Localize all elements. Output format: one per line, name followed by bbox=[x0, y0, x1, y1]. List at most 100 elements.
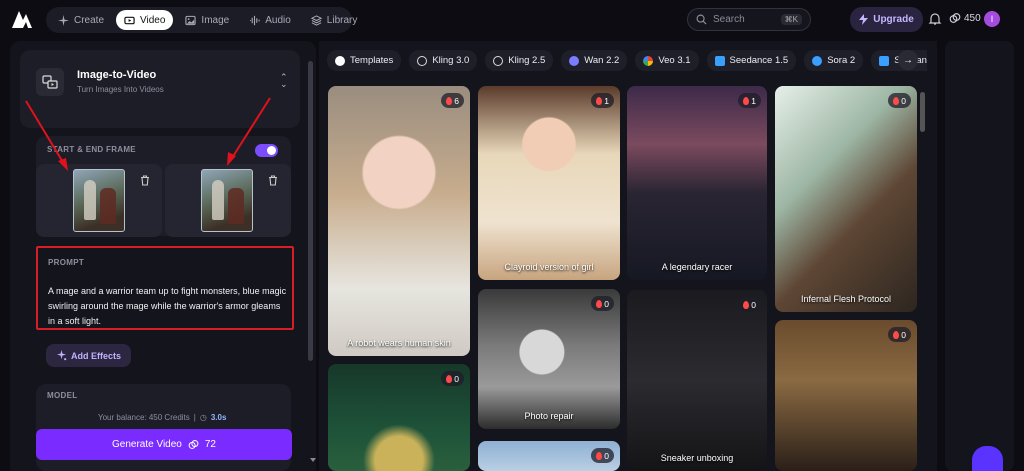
mode-video[interactable]: Video bbox=[116, 10, 174, 30]
tab-kling-25[interactable]: Kling 2.5 bbox=[485, 50, 554, 71]
likes-badge: 6 bbox=[441, 93, 464, 108]
flame-icon bbox=[596, 299, 603, 308]
gallery-card[interactable]: 0 Infernal Flesh Protocol bbox=[775, 86, 917, 312]
seedance-icon bbox=[714, 55, 725, 66]
panel-scrollbar[interactable] bbox=[308, 61, 313, 361]
chevron-updown-icon: ⌃ ⌄ bbox=[280, 72, 288, 89]
add-effects-label: Add Effects bbox=[70, 350, 121, 361]
balance-text: Your balance: 450 Credits bbox=[98, 413, 190, 422]
gallery-card[interactable]: 0 bbox=[775, 320, 917, 471]
start-frame-image[interactable] bbox=[73, 169, 125, 232]
bell-icon[interactable] bbox=[928, 12, 942, 26]
top-bar: Create Video Image Audio Library Search … bbox=[0, 0, 1024, 40]
image-icon bbox=[185, 15, 197, 25]
frame-section-label: START & END FRAME bbox=[47, 145, 136, 154]
prompt-textarea[interactable]: A mage and a warrior team up to fight mo… bbox=[48, 284, 288, 329]
gallery-card[interactable]: 0 bbox=[328, 364, 470, 471]
right-panel bbox=[945, 41, 1014, 471]
mode-switcher: Create Video Image Audio Library bbox=[46, 7, 357, 33]
flame-icon bbox=[446, 96, 453, 105]
google-icon bbox=[643, 55, 654, 66]
tabs-next-arrow-icon[interactable]: → bbox=[898, 50, 918, 70]
likes-count: 1 bbox=[604, 95, 609, 106]
likes-count: 6 bbox=[454, 95, 459, 106]
video-icon bbox=[124, 16, 135, 24]
gallery-card[interactable]: 1 Clayroid version of girl bbox=[478, 86, 620, 280]
likes-badge: 1 bbox=[738, 93, 761, 108]
likes-badge: 0 bbox=[738, 297, 761, 312]
tab-label: Veo 3.1 bbox=[658, 55, 691, 66]
card-caption: A legendary racer bbox=[661, 262, 733, 272]
tab-seedance-15[interactable]: Seedance 1.5 bbox=[706, 50, 797, 71]
avatar[interactable]: I bbox=[984, 11, 1000, 27]
search-input[interactable]: Search ⌘K bbox=[687, 8, 811, 31]
mode-label: Library bbox=[326, 14, 358, 26]
gallery-card[interactable]: 6 A robot wears human skin bbox=[328, 86, 470, 356]
mode-image[interactable]: Image bbox=[177, 10, 237, 30]
scroll-down-arrow-icon[interactable] bbox=[310, 458, 316, 462]
delete-end-frame-icon[interactable] bbox=[268, 175, 278, 186]
likes-count: 0 bbox=[454, 373, 459, 384]
tab-label: Wan 2.2 bbox=[584, 55, 620, 66]
card-caption: Sneaker unboxing bbox=[660, 453, 734, 463]
card-caption: Clayroid version of girl bbox=[504, 262, 594, 272]
card-caption: Photo repair bbox=[524, 411, 574, 421]
coin-icon bbox=[949, 13, 961, 23]
search-icon bbox=[696, 14, 707, 25]
likes-badge: 0 bbox=[441, 371, 464, 386]
model-label: MODEL bbox=[47, 391, 78, 400]
delete-start-frame-icon[interactable] bbox=[140, 175, 150, 186]
gallery-card[interactable]: 1 A legendary racer bbox=[627, 86, 767, 280]
tab-templates[interactable]: Templates bbox=[327, 50, 402, 71]
tab-label: Templates bbox=[350, 55, 394, 66]
mode-library[interactable]: Library bbox=[303, 10, 366, 30]
flame-icon bbox=[596, 451, 603, 460]
mode-title: Image-to-Video bbox=[77, 69, 157, 81]
generate-label: Generate Video bbox=[112, 439, 182, 450]
kling-icon bbox=[493, 55, 504, 66]
tab-label: Seedance 1.5 bbox=[729, 55, 789, 66]
sora-icon bbox=[812, 55, 823, 66]
search-placeholder: Search bbox=[713, 14, 745, 25]
likes-count: 0 bbox=[901, 329, 906, 340]
tab-sora-2[interactable]: Sora 2 bbox=[804, 50, 864, 71]
mode-label: Create bbox=[74, 14, 105, 26]
add-effects-button[interactable]: Add Effects bbox=[46, 344, 131, 367]
card-caption: A robot wears human skin bbox=[347, 338, 451, 348]
mode-label: Audio bbox=[265, 14, 291, 26]
effects-icon bbox=[56, 350, 67, 361]
generate-video-button[interactable]: Generate Video 72 bbox=[36, 429, 292, 460]
chat-button[interactable] bbox=[972, 446, 1003, 471]
balance-info: Your balance: 450 Credits | ◷ 3.0s bbox=[98, 413, 226, 422]
generate-cost: 72 bbox=[204, 439, 216, 450]
prompt-label: PROMPT bbox=[48, 258, 85, 267]
seedance-icon bbox=[879, 55, 890, 66]
likes-count: 0 bbox=[901, 95, 906, 106]
upgrade-button[interactable]: Upgrade bbox=[850, 7, 923, 32]
end-frame-image[interactable] bbox=[201, 169, 253, 232]
tab-wan-22[interactable]: Wan 2.2 bbox=[561, 50, 628, 71]
gallery-card[interactable]: 0 bbox=[478, 441, 620, 471]
likes-badge: 0 bbox=[888, 327, 911, 342]
app-logo-icon[interactable] bbox=[10, 8, 34, 30]
gallery-card[interactable]: 0 Photo repair bbox=[478, 289, 620, 429]
mode-audio[interactable]: Audio bbox=[241, 10, 299, 30]
mode-label: Video bbox=[140, 14, 166, 26]
mode-create[interactable]: Create bbox=[50, 10, 112, 30]
sparkle-icon bbox=[58, 14, 69, 26]
flame-icon bbox=[893, 330, 900, 339]
likes-count: 0 bbox=[604, 450, 609, 461]
tab-kling-3[interactable]: Kling 3.0 bbox=[409, 50, 478, 71]
credits-balance[interactable]: 450 bbox=[949, 12, 981, 24]
gallery-card[interactable]: 0 Sneaker unboxing bbox=[627, 290, 767, 471]
duration-value: 3.0s bbox=[210, 413, 227, 422]
mode-selector[interactable]: Image-to-Video Turn Images Into Videos ⌃… bbox=[20, 50, 300, 128]
wan-icon bbox=[569, 55, 580, 66]
gallery-scrollbar[interactable] bbox=[920, 92, 925, 132]
coin-icon bbox=[188, 440, 199, 449]
credits-value: 450 bbox=[964, 12, 981, 24]
tab-veo-31[interactable]: Veo 3.1 bbox=[635, 50, 699, 71]
frame-toggle[interactable] bbox=[255, 144, 278, 157]
tab-label: Kling 2.5 bbox=[508, 55, 546, 66]
prompt-section[interactable]: PROMPT A mage and a warrior team up to f… bbox=[36, 246, 294, 330]
